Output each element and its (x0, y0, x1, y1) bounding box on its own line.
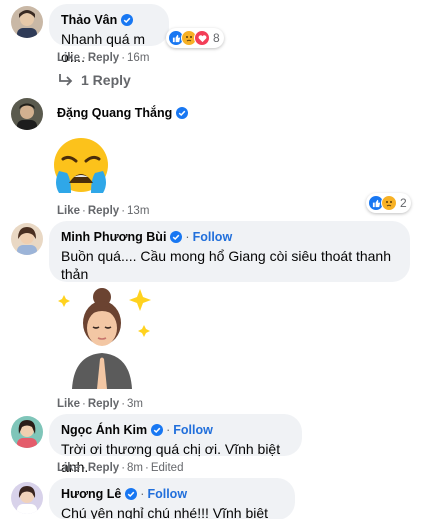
crying-emoji-sticker[interactable] (49, 133, 113, 197)
comment-actions: Like · Reply · 16m (57, 52, 150, 64)
avatar[interactable] (11, 223, 43, 255)
verified-icon (125, 488, 138, 500)
reply-button[interactable]: Reply (88, 398, 119, 410)
verified-icon (121, 14, 134, 26)
view-replies-button[interactable]: 1 Reply (57, 72, 131, 88)
reaction-count: 2 (400, 196, 407, 210)
timestamp[interactable]: 16m (127, 52, 149, 64)
commenter-name[interactable]: Thảo Vân (61, 12, 117, 28)
follow-button[interactable]: Follow (147, 486, 187, 502)
reply-button[interactable]: Reply (88, 52, 119, 64)
comment-bubble: Minh Phương Bùi · Follow Buồn quá.... Cầ… (49, 221, 410, 282)
comment-bubble: Hương Lê · Follow Chú yên nghỉ chú nhé!!… (49, 478, 295, 519)
timestamp[interactable]: 8m (127, 462, 143, 474)
reaction-summary[interactable]: 2 (366, 193, 411, 213)
commenter-name[interactable]: Minh Phương Bùi (61, 229, 166, 245)
commenter-row: Đặng Quang Thắng (57, 105, 189, 121)
comment-bubble: Thảo Vân Nhanh quá m ơi... (49, 4, 169, 65)
reaction-count: 8 (213, 31, 220, 45)
like-button[interactable]: Like (57, 205, 80, 217)
commenter-name[interactable]: Đặng Quang Thắng (57, 105, 172, 121)
praying-memoji-sticker[interactable] (50, 285, 156, 391)
replies-label: 1 Reply (81, 72, 131, 88)
avatar[interactable] (11, 482, 43, 514)
verified-icon (151, 424, 164, 436)
sad-reaction-icon (381, 195, 397, 211)
commenter-name[interactable]: Hương Lê (61, 486, 121, 502)
comment-actions: Like · Reply · 3m (57, 398, 144, 410)
follow-button[interactable]: Follow (173, 422, 213, 438)
comment-bubble: Ngọc Ánh Kim · Follow Trời ơi thương quá… (49, 414, 302, 475)
timestamp[interactable]: 3m (127, 398, 143, 410)
like-button[interactable]: Like (57, 398, 80, 410)
comment-actions: Like · Reply · 8m · Edited (57, 462, 184, 474)
verified-icon (176, 107, 189, 119)
like-button[interactable]: Like (57, 462, 80, 474)
follow-button[interactable]: Follow (193, 229, 233, 245)
avatar[interactable] (11, 98, 43, 130)
love-reaction-icon (194, 30, 210, 46)
reply-button[interactable]: Reply (88, 462, 119, 474)
like-button[interactable]: Like (57, 52, 80, 64)
verified-icon (170, 231, 183, 243)
avatar[interactable] (11, 6, 43, 38)
reply-button[interactable]: Reply (88, 205, 119, 217)
reply-arrow-icon (59, 74, 73, 86)
edited-label[interactable]: Edited (151, 462, 184, 474)
comment-actions: Like · Reply · 13m (57, 205, 150, 217)
avatar[interactable] (11, 416, 43, 448)
timestamp[interactable]: 13m (127, 205, 149, 217)
reaction-summary[interactable]: 8 (166, 28, 224, 48)
comment-text: Chú yên nghỉ chú nhé!!! Vĩnh biệt chú (61, 505, 269, 519)
commenter-name[interactable]: Ngọc Ánh Kim (61, 422, 147, 438)
comment-text: Buồn quá.... Cầu mong hổ Giang còi siêu … (61, 248, 392, 282)
